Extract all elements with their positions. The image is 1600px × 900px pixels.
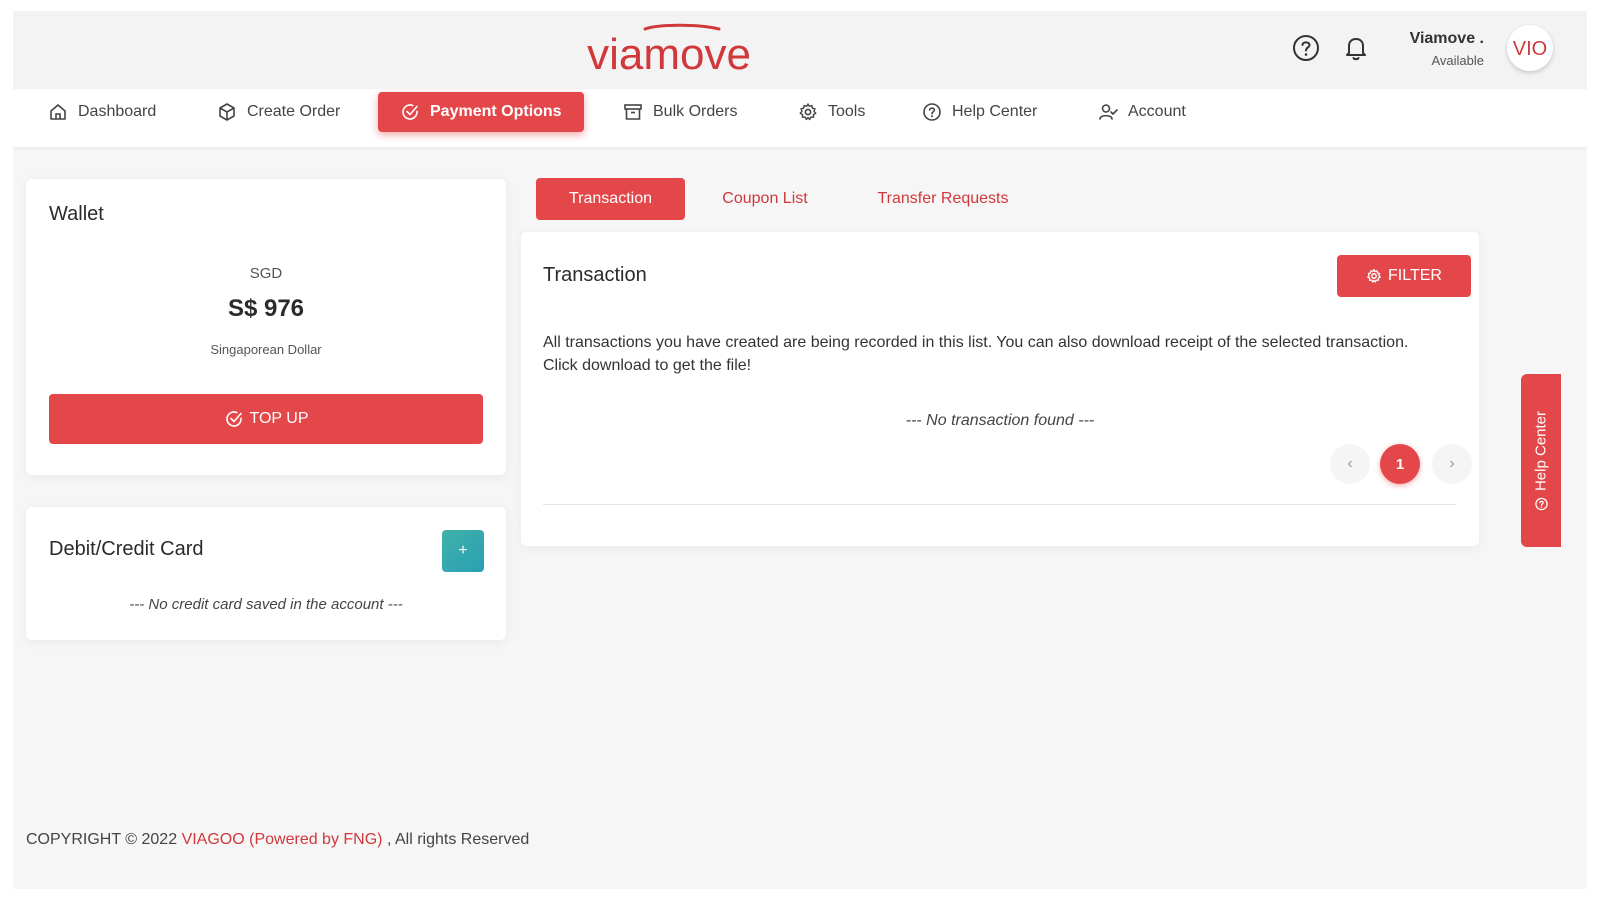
cards-title: Debit/Credit Card [49,538,204,560]
check-circle-icon [402,104,418,120]
check-circle-icon [225,411,242,427]
archive-icon [624,104,642,120]
transaction-description: All transactions you have created are be… [543,334,1409,374]
no-transaction-message: --- No transaction found --- [905,412,1095,429]
nav-label-bulk-orders: Bulk Orders [653,103,738,120]
pagination-prev-button[interactable]: ‹ [1330,444,1370,484]
nav-item-dashboard[interactable]: Dashboard [48,92,156,132]
top-up-button[interactable]: TOP UP [49,394,483,444]
filter-button[interactable]: FILTER [1337,255,1471,297]
currency-code: SGD [249,265,283,282]
nav-label-dashboard: Dashboard [78,103,157,120]
question-circle-icon [923,103,941,121]
top-up-label: TOP UP [249,410,309,427]
tab-transfer-requests[interactable]: Transfer Requests [861,178,1025,220]
divider [543,504,1456,505]
footer-copyright: COPYRIGHT © 2022 [26,831,178,848]
nav-item-account[interactable]: Account [1098,92,1186,132]
nav-item-payment-options[interactable]: Payment Options [378,92,584,132]
transaction-card: Transaction FILTER All transactions you … [521,232,1479,546]
avatar-text: VIO [1513,38,1547,60]
debit-credit-card-panel: Debit/Credit Card + --- No credit card s… [26,507,506,640]
footer-rights: , All rights Reserved [386,831,530,848]
transaction-title: Transaction [543,264,647,286]
add-card-button[interactable]: + [442,530,484,572]
user-check-icon [1099,104,1118,120]
main-nav: Dashboard Create Order Payment Options B… [13,89,1587,147]
wallet-card: Wallet SGD S$ 976 Singaporean Dollar TOP… [26,179,506,475]
nav-item-tools[interactable]: Tools [798,92,865,132]
user-status: Available [1431,53,1484,68]
wallet-title: Wallet [49,203,104,225]
question-circle-icon [1534,497,1548,510]
gear-icon [799,103,817,121]
wallet-balance: S$ 976 [227,295,305,322]
no-card-message: --- No credit card saved in the account … [129,596,403,613]
tab-coupon-list[interactable]: Coupon List [703,178,827,220]
help-center-side-tab[interactable]: Help Center [1521,374,1561,547]
pagination-page-1[interactable]: 1 [1380,444,1420,484]
pagination-next-button[interactable]: › [1432,444,1472,484]
home-icon [50,104,66,120]
help-circle-icon[interactable] [1291,33,1321,63]
currency-name: Singaporean Dollar [210,342,322,357]
nav-item-bulk-orders[interactable]: Bulk Orders [623,92,737,132]
top-header: viamove Viamove . Available VIO [13,11,1587,89]
help-center-side-tab-content: Help Center [1533,410,1550,510]
nav-label-help-center: Help Center [952,103,1038,120]
user-name[interactable]: Viamove . [1410,30,1484,48]
bell-icon[interactable] [1341,33,1371,63]
package-icon [219,103,235,121]
logo-text: viamove [587,30,751,77]
nav-label-account: Account [1128,103,1186,120]
help-center-side-tab-label: Help Center [1532,410,1550,491]
avatar[interactable]: VIO [1507,25,1553,71]
nav-label-create-order: Create Order [247,103,341,120]
footer-brand-link[interactable]: VIAGOO (Powered by FNG) [182,831,383,848]
nav-label-tools: Tools [828,103,866,120]
filter-label: FILTER [1388,267,1442,284]
gear-icon [1367,268,1381,283]
nav-item-help-center[interactable]: Help Center [922,92,1037,132]
footer: COPYRIGHT © 2022 VIAGOO (Powered by FNG)… [26,831,529,849]
nav-item-create-order[interactable]: Create Order [217,92,340,132]
tab-transaction[interactable]: Transaction [536,178,685,220]
app-frame: viamove Viamove . Available VIO Dashboar… [13,11,1587,889]
viamove-logo[interactable]: viamove [569,21,769,77]
nav-label-payment-options: Payment Options [430,103,562,120]
